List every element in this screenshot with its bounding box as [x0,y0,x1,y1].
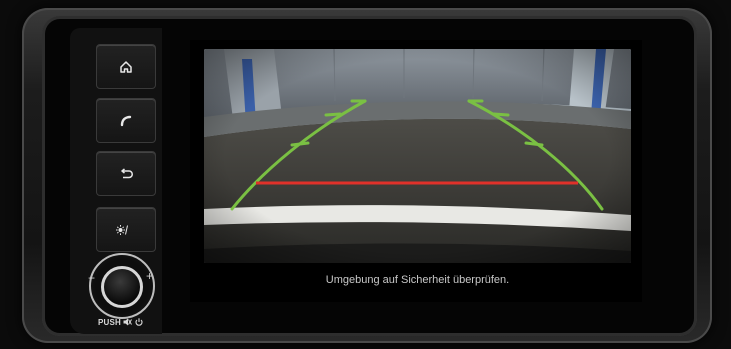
rear-camera-view [204,49,631,263]
volume-power-knob[interactable] [101,266,143,308]
camera-status-message: Umgebung auf Sicherheit überprüfen. [325,274,510,286]
back-button[interactable] [96,151,156,196]
mute-icon [123,318,134,327]
volume-plus-label: + [146,269,154,283]
day-night-icon [116,224,136,236]
push-text: PUSH [98,318,122,327]
back-arrow-icon [119,167,133,181]
knob-push-label: PUSH [98,318,143,327]
power-icon [135,318,143,327]
home-icon [119,60,133,74]
day-night-button[interactable] [96,207,156,252]
phone-icon [119,114,133,128]
home-button[interactable] [96,44,156,89]
phone-button[interactable] [96,98,156,143]
volume-minus-label: − [88,271,96,285]
